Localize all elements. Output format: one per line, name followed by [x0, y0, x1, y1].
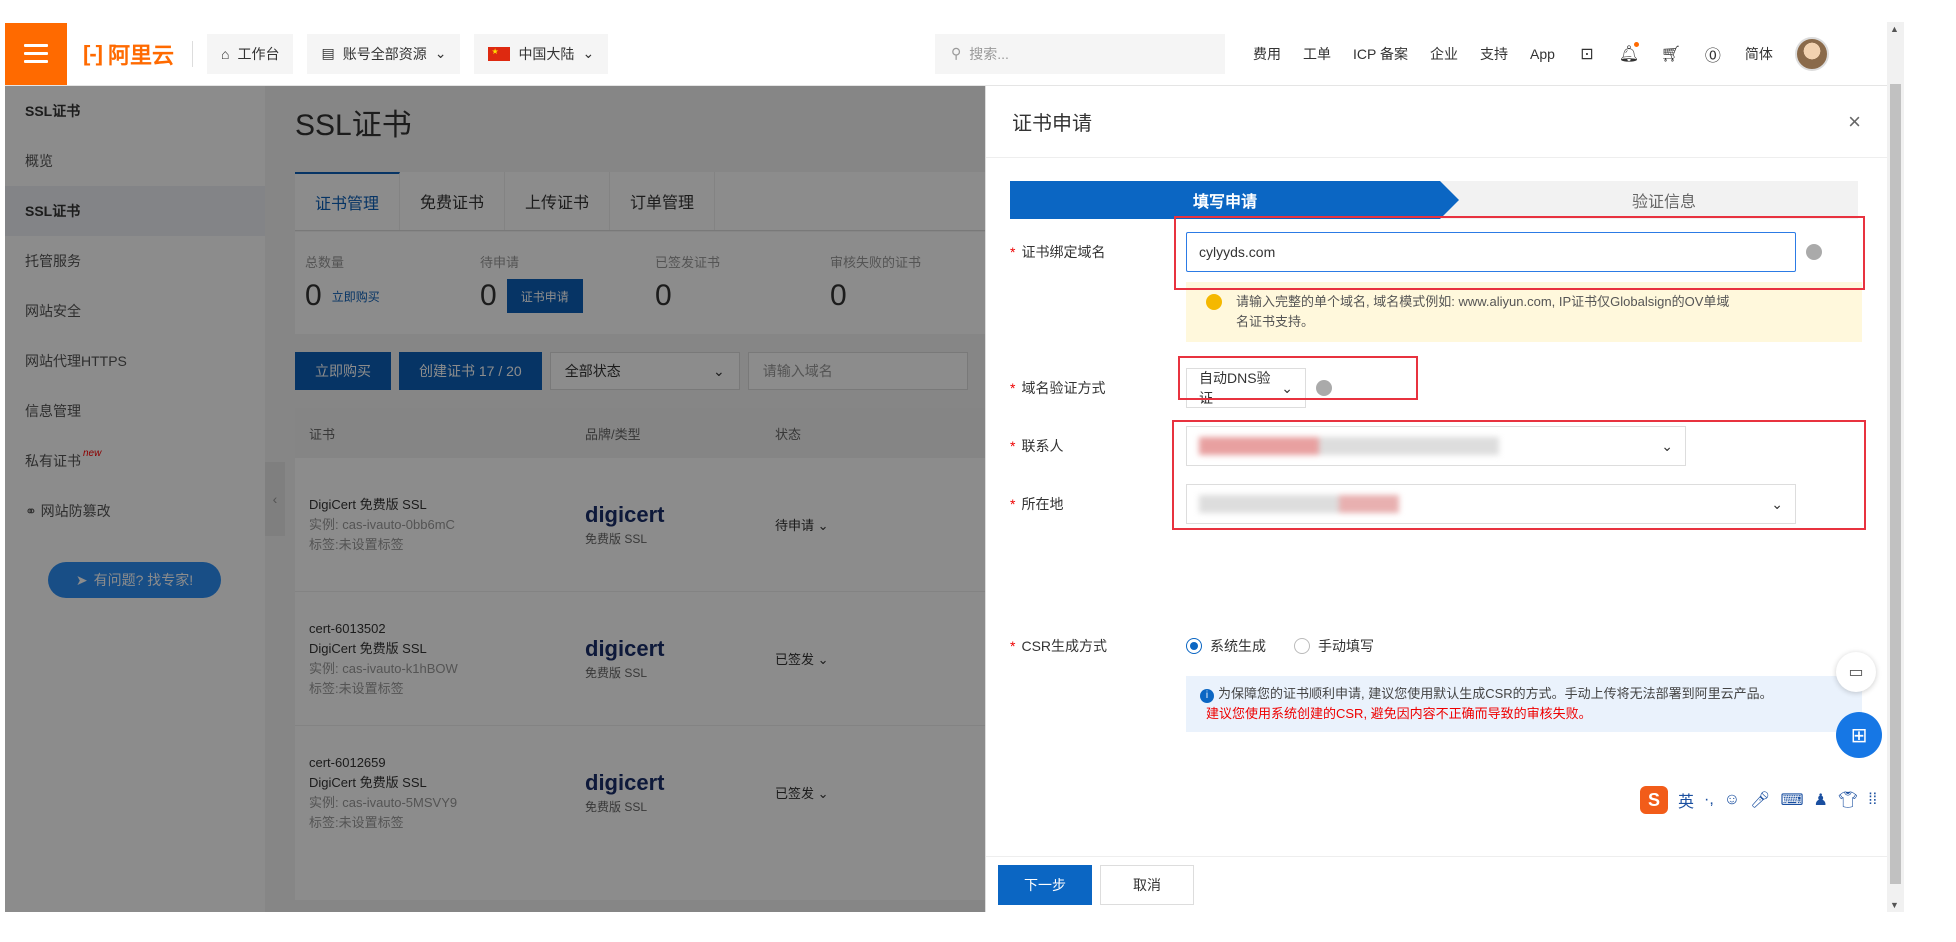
top-link-icp[interactable]: ICP 备案 — [1353, 44, 1408, 64]
search-input[interactable]: ⚲ 搜索... — [935, 33, 1225, 74]
sogou-icon[interactable]: S — [1640, 786, 1668, 814]
resources-dropdown[interactable]: ▤ 账号全部资源 ⌄ — [307, 33, 461, 74]
scrollbar-thumb[interactable] — [1890, 84, 1901, 884]
annotation-box — [1178, 356, 1418, 400]
home-icon: ⌂ — [221, 45, 230, 62]
china-flag-icon — [488, 46, 511, 61]
required-mark: * — [1010, 244, 1016, 260]
drawer-header: 证书申请 × — [986, 86, 1887, 158]
csr-info: i 为保障您的证书顺利申请, 建议您使用默认生成CSR的方式。手动上传将无法部署到… — [1186, 676, 1862, 732]
aliyun-logo[interactable]: [-] 阿里云 — [83, 38, 174, 70]
region-dropdown[interactable]: 中国大陆 ⌄ — [474, 33, 609, 74]
punctuation-icon[interactable]: ·, — [1704, 791, 1714, 809]
top-link-fees[interactable]: 费用 — [1253, 44, 1281, 64]
top-link-enterprise[interactable]: 企业 — [1430, 44, 1458, 64]
drawer-footer: 下一步 取消 — [986, 856, 1888, 912]
user-icon[interactable]: ♟ — [1814, 790, 1828, 810]
skin-icon[interactable]: 👕︎ — [1838, 790, 1858, 810]
microphone-icon[interactable]: 🎤︎ — [1750, 790, 1770, 810]
top-link-tickets[interactable]: 工单 — [1303, 44, 1331, 64]
modal-overlay[interactable] — [5, 86, 985, 912]
avatar[interactable] — [1794, 36, 1829, 71]
annotation-box — [1172, 420, 1866, 530]
cart-icon[interactable]: 🛒︎ — [1661, 44, 1681, 64]
scroll-down-icon[interactable]: ▼ — [1890, 900, 1899, 910]
logo-text: 阿里云 — [107, 42, 174, 68]
vertical-scrollbar[interactable]: ▲ ▼ — [1887, 22, 1904, 912]
divider — [192, 40, 193, 67]
scroll-up-icon[interactable]: ▲ — [1890, 24, 1899, 34]
top-navigation-bar: [-] 阿里云 ⌂ 工作台 ▤ 账号全部资源 ⌄ 中国大陆 ⌄ ⚲ 搜索... … — [5, 22, 1887, 86]
radio-checked — [1186, 638, 1202, 654]
aliyun-logo-mark: [-] — [83, 40, 103, 66]
step-indicator: 填写申请 验证信息 — [1010, 181, 1858, 219]
top-links: 费用 工单 ICP 备案 企业 支持 App ⊡ 🔔︎ 🛒︎ ⓪ 简体 — [1253, 36, 1829, 71]
language-switch[interactable]: 简体 — [1745, 44, 1773, 64]
warning-icon — [1206, 294, 1222, 310]
ime-toolbar: S 英 ·, ☺ 🎤︎ ⌨ ♟ 👕︎ ⁞⁞ — [1634, 782, 1894, 818]
radio-unchecked — [1294, 638, 1310, 654]
bell-icon[interactable]: 🔔︎ — [1619, 41, 1639, 64]
chevron-down-icon: ⌄ — [582, 45, 595, 61]
csr-row: * CSR生成方式 系统生成 手动填写 — [1010, 636, 1374, 656]
drawer-title: 证书申请 — [1012, 113, 1092, 135]
menu-icon[interactable] — [5, 22, 67, 85]
help-icon[interactable]: ⓪ — [1703, 44, 1723, 65]
csr-manual-radio[interactable]: 手动填写 — [1294, 636, 1374, 656]
terminal-icon[interactable]: ⊡ — [1577, 44, 1597, 64]
grid-icon[interactable]: ⁞⁞ — [1868, 791, 1877, 809]
keyboard-icon[interactable]: ⌨ — [1780, 790, 1803, 810]
required-mark: * — [1010, 438, 1016, 454]
required-mark: * — [1010, 380, 1016, 396]
top-link-app[interactable]: App — [1530, 46, 1555, 62]
annotation-box — [1174, 216, 1865, 290]
info-icon: i — [1200, 689, 1214, 703]
next-button[interactable]: 下一步 — [998, 864, 1092, 905]
chevron-down-icon: ⌄ — [434, 45, 447, 61]
cancel-button[interactable]: 取消 — [1100, 864, 1194, 905]
notification-dot — [1633, 41, 1639, 47]
step-fill-application: 填写申请 — [1010, 181, 1459, 219]
close-icon[interactable]: × — [1848, 109, 1861, 135]
domain-tip: 请输入完整的单个域名, 域名模式例如: www.aliyun.com, IP证书… — [1186, 282, 1862, 342]
step-verify-info: 验证信息 — [1440, 181, 1858, 219]
list-icon: ▤ — [321, 45, 335, 61]
workbench-button[interactable]: ⌂ 工作台 — [207, 33, 294, 74]
required-mark: * — [1010, 496, 1016, 512]
chat-icon[interactable]: ▭ — [1836, 652, 1876, 692]
search-icon: ⚲ — [951, 45, 962, 61]
top-link-support[interactable]: 支持 — [1480, 44, 1508, 64]
ime-language-toggle[interactable]: 英 — [1678, 788, 1694, 812]
required-mark: * — [1010, 638, 1016, 654]
csr-system-radio[interactable]: 系统生成 — [1186, 636, 1266, 656]
emoji-icon[interactable]: ☺ — [1724, 791, 1740, 809]
apps-icon[interactable]: ⊞ — [1836, 712, 1882, 758]
